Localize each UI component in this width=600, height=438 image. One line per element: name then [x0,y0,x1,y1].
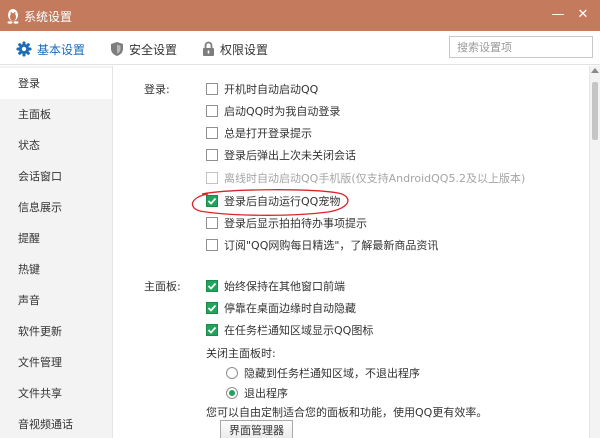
scroll-up-arrow-icon[interactable] [591,68,599,73]
sidebar-item-status[interactable]: 状态 [0,130,112,161]
tab-label: 基本设置 [37,42,86,57]
tab-permission-settings[interactable]: 权限设置 [202,40,268,58]
option-label: 登录后自动运行QQ宠物 [224,195,341,208]
close-panel-label: 关闭主面板时: [206,347,276,360]
minimize-button[interactable]: — [548,6,568,24]
settings-sidebar: 登录 主面板 状态 会话窗口 信息展示 提醒 热键 声音 软件更新 文件管理 文… [0,66,113,438]
checkbox[interactable] [206,149,218,161]
option-auto-start[interactable]: 开机时自动启动QQ [206,81,318,97]
option-label: 离线时自动启动QQ手机版(仅支持AndroidQQ5.2及以上版本) [224,172,526,185]
checkmark-icon [207,197,217,205]
sidebar-item-main-panel[interactable]: 主面板 [0,99,112,130]
window-title: 系统设置 [24,10,73,24]
radio-exit-program[interactable]: 退出程序 [226,385,288,401]
interface-manager-button[interactable]: 界面管理器 [220,420,293,438]
option-paipai-todo[interactable]: 登录后显示拍拍待办事项提示 [206,215,367,231]
option-label: 登录后显示拍拍待办事项提示 [224,217,367,230]
option-always-on-top[interactable]: 始终保持在其他窗口前端 [206,278,345,294]
radio-button[interactable] [226,367,238,379]
checkbox[interactable] [206,83,218,95]
tab-security-settings[interactable]: 安全设置 [110,40,177,58]
checkmark-icon [207,304,217,312]
sidebar-item-software-update[interactable]: 软件更新 [0,316,112,347]
tab-label: 安全设置 [129,42,178,57]
lock-icon [203,41,214,56]
option-label: 订阅"QQ网购每日精选"，了解最新商品资讯 [224,239,439,252]
option-label: 登录后弹出上次未关闭会话 [224,149,356,162]
customize-note: 您可以自由定制适合您的面板和功能，使用QQ更有效率。 [206,406,488,419]
option-auto-login[interactable]: 启动QQ时为我自动登录 [206,103,340,119]
checkbox[interactable] [206,127,218,139]
checkbox-checked[interactable] [206,302,218,314]
option-offline-mobile-qq: 离线时自动启动QQ手机版(仅支持AndroidQQ5.2及以上版本) [206,170,525,186]
close-button[interactable]: ✕ [573,6,593,24]
sidebar-item-file-sharing[interactable]: 文件共享 [0,378,112,409]
gear-icon [16,41,32,57]
checkbox [206,172,218,184]
option-auto-hide-edge[interactable]: 停靠在桌面边缘时自动隐藏 [206,300,356,316]
qq-penguin-icon [7,9,19,24]
sidebar-item-av-call[interactable]: 音视频通话 [0,409,112,438]
checkbox-checked[interactable] [206,280,218,292]
sidebar-item-info-display[interactable]: 信息展示 [0,192,112,223]
sidebar-item-login[interactable]: 登录 [0,68,112,99]
sidebar-item-reminder[interactable]: 提醒 [0,223,112,254]
radio-label: 隐藏到任务栏通知区域，不退出程序 [244,367,420,380]
option-label: 始终保持在其他窗口前端 [224,280,345,293]
shield-icon [111,42,123,56]
checkmark-icon [207,282,217,290]
option-label: 停靠在桌面边缘时自动隐藏 [224,302,356,315]
main-panel-section-label: 主面板: [144,280,181,293]
option-label: 启动QQ时为我自动登录 [224,105,341,118]
option-tray-icon[interactable]: 在任务栏通知区域显示QQ图标 [206,322,373,338]
checkbox-checked[interactable] [206,195,218,207]
settings-content: 登录: 开机时自动启动QQ 启动QQ时为我自动登录 总是打开登录提示 登录后弹出… [114,66,588,438]
checkmark-icon [207,326,217,334]
checkbox-checked[interactable] [206,324,218,336]
title-bar: 系统设置 — ✕ [0,0,600,31]
checkbox[interactable] [206,239,218,251]
option-restore-sessions[interactable]: 登录后弹出上次未关闭会话 [206,147,356,163]
option-label: 总是打开登录提示 [224,127,312,140]
checkbox[interactable] [206,217,218,229]
option-label: 在任务栏通知区域显示QQ图标 [224,324,374,337]
tab-label: 权限设置 [220,42,269,57]
sidebar-item-hotkeys[interactable]: 热键 [0,254,112,285]
option-subscribe-daily[interactable]: 订阅"QQ网购每日精选"，了解最新商品资讯 [206,237,438,253]
checkbox[interactable] [206,105,218,117]
sidebar-item-chat-window[interactable]: 会话窗口 [0,161,112,192]
radio-label: 退出程序 [244,387,288,400]
radio-button-selected[interactable] [226,387,238,399]
tab-basic-settings[interactable]: 基本设置 [16,40,85,58]
login-section-label: 登录: [144,83,170,96]
sidebar-item-sound[interactable]: 声音 [0,285,112,316]
sidebar-item-file-management[interactable]: 文件管理 [0,347,112,378]
option-label: 开机时自动启动QQ [224,83,319,96]
radio-hide-to-tray[interactable]: 隐藏到任务栏通知区域，不退出程序 [226,365,420,381]
search-input[interactable] [449,36,593,58]
vertical-scrollbar[interactable] [589,66,600,438]
option-login-prompt[interactable]: 总是打开登录提示 [206,125,312,141]
option-qq-pet[interactable]: 登录后自动运行QQ宠物 [206,193,340,209]
scroll-thumb[interactable] [592,82,598,140]
